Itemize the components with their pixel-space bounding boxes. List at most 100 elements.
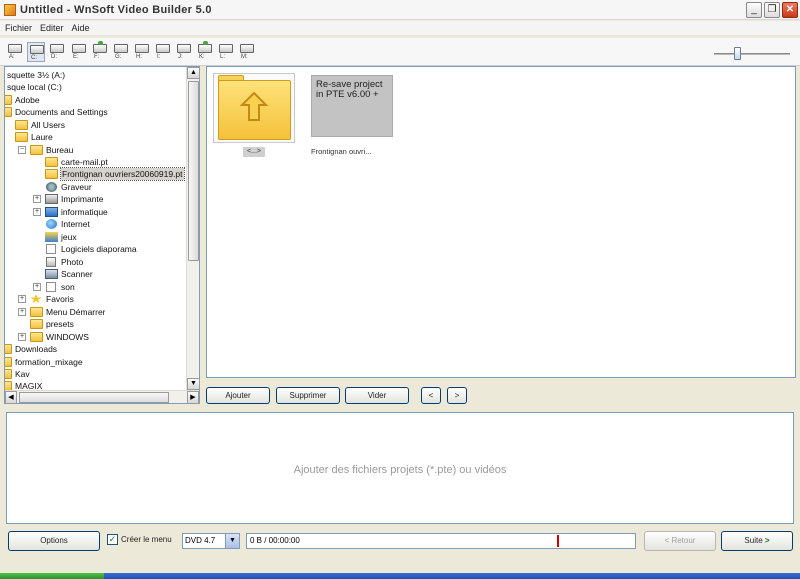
next-button[interactable]: Suite > — [721, 531, 793, 551]
drive-g-button[interactable]: G: — [112, 42, 130, 62]
drive-m-button[interactable]: M: — [238, 42, 256, 62]
tree-item[interactable]: Kav — [5, 368, 185, 380]
move-right-button[interactable]: > — [447, 387, 467, 404]
tree-item[interactable]: Scanner — [5, 268, 185, 280]
hard-drive-icon — [177, 44, 191, 53]
expand-icon[interactable]: + — [18, 333, 26, 341]
maximize-button[interactable]: ❐ — [764, 2, 780, 18]
drive-toolbar: A: C: D: E: F: G: H: I: J: K: L: M: — [0, 38, 800, 66]
options-button[interactable]: Options — [8, 531, 100, 551]
tree-item[interactable]: + Imprimante — [5, 193, 185, 205]
delete-button[interactable]: Supprimer — [276, 387, 340, 404]
tree-item[interactable]: formation_mixage — [5, 356, 185, 368]
app-icon — [4, 3, 16, 16]
tree-item[interactable]: MAGIX — [5, 380, 185, 390]
scroll-right-icon[interactable]: ▶ — [187, 391, 199, 404]
network-drive-icon — [93, 41, 107, 53]
file-browser: <...> Re-save project in PTE v6.00 + Fro… — [206, 66, 796, 378]
folder-icon — [15, 120, 28, 130]
add-button[interactable]: Ajouter — [206, 387, 270, 404]
folder-icon — [45, 157, 58, 167]
project-thumbnail[interactable]: Re-save project in PTE v6.00 + — [311, 75, 393, 137]
disc-format-value: DVD 4.7 — [185, 536, 216, 545]
tree-item[interactable]: Internet — [5, 218, 185, 230]
create-menu-checkbox[interactable]: ✓ — [107, 534, 118, 545]
tree-item[interactable]: + son — [5, 281, 185, 293]
scroll-down-icon[interactable]: ▼ — [187, 378, 200, 390]
drive-f-button[interactable]: F: — [91, 41, 109, 62]
close-button[interactable]: ✕ — [782, 2, 798, 18]
chevron-down-icon[interactable]: ▼ — [225, 534, 239, 548]
tree-item[interactable]: + Menu Démarrer — [5, 306, 185, 318]
document-icon — [46, 244, 56, 254]
slider-thumb[interactable] — [734, 47, 741, 60]
start-button[interactable] — [0, 573, 104, 579]
thumbnail-size-slider[interactable] — [714, 47, 790, 60]
tree-item[interactable]: Adobe — [5, 94, 185, 106]
hard-drive-icon — [135, 44, 149, 53]
up-arrow-icon — [239, 91, 269, 121]
burner-icon — [46, 182, 57, 192]
drive-e-button[interactable]: E: — [70, 42, 88, 62]
expand-icon[interactable]: + — [33, 283, 41, 291]
tree-item[interactable]: Downloads — [5, 343, 185, 355]
disc-format-select[interactable]: DVD 4.7 ▼ — [182, 533, 240, 549]
back-button[interactable]: < Retour — [644, 531, 716, 551]
tree-item[interactable]: presets — [5, 318, 185, 330]
move-left-button[interactable]: < — [421, 387, 441, 404]
folder-icon — [5, 107, 12, 117]
collapse-icon[interactable]: − — [18, 146, 26, 154]
floppy-drive-icon — [8, 44, 22, 53]
tree-item[interactable]: carte-mail.pt — [5, 156, 185, 168]
expand-icon[interactable]: + — [33, 195, 41, 203]
tree-item-selected[interactable]: Frontignan ouvriers20060919.pt — [5, 167, 185, 181]
drive-c-button[interactable]: C: — [27, 42, 45, 62]
expand-icon[interactable]: + — [18, 308, 26, 316]
tree-item[interactable]: Logiciels diaporama — [5, 243, 185, 255]
folder-tree-list: squette 3½ (A:) sque local (C:) Adobe Do… — [5, 67, 187, 390]
drive-j-button[interactable]: J: — [175, 42, 193, 62]
tree-item[interactable]: − Bureau — [5, 144, 185, 156]
menu-editer[interactable]: Editer — [40, 23, 64, 33]
capacity-bar: 0 B / 00:00:00 — [246, 533, 636, 549]
tree-item[interactable]: + informatique — [5, 206, 185, 218]
tree-item[interactable]: Laure — [5, 131, 185, 143]
tree-item[interactable]: Photo — [5, 256, 185, 268]
drive-a-button[interactable]: A: — [6, 42, 24, 62]
drive-i-button[interactable]: I: — [154, 42, 172, 62]
scroll-thumb[interactable] — [188, 81, 199, 261]
scroll-thumb[interactable] — [19, 392, 169, 403]
folder-icon — [5, 357, 12, 367]
drive-h-button[interactable]: H: — [133, 42, 151, 62]
drive-l-button[interactable]: L: — [217, 42, 235, 62]
hard-drive-icon — [50, 44, 64, 53]
menu-fichier[interactable]: Fichier — [5, 23, 32, 33]
tree-item[interactable]: jeux — [5, 231, 185, 243]
drive-k-button[interactable]: K: — [196, 41, 214, 62]
expand-icon[interactable]: + — [18, 295, 26, 303]
project-drop-zone[interactable]: Ajouter des fichiers projets (*.pte) ou … — [6, 412, 794, 524]
scroll-left-icon[interactable]: ◀ — [5, 391, 17, 404]
menu-bar: Fichier Editer Aide — [0, 21, 800, 36]
folder-icon — [30, 319, 43, 329]
create-menu-option[interactable]: ✓ Créer le menu — [107, 534, 172, 545]
tree-item[interactable]: + WINDOWS — [5, 331, 185, 343]
tree-item[interactable]: sque local (C:) — [5, 81, 185, 93]
tree-item[interactable]: Graveur — [5, 181, 185, 193]
tree-vertical-scrollbar[interactable]: ▲ ▼ — [186, 67, 200, 390]
clear-button[interactable]: Vider — [345, 387, 409, 404]
tree-item[interactable]: + Favoris — [5, 293, 185, 305]
drive-d-button[interactable]: D: — [48, 42, 66, 62]
tree-item[interactable]: squette 3½ (A:) — [5, 69, 185, 81]
menu-aide[interactable]: Aide — [72, 23, 90, 33]
photo-icon — [46, 257, 56, 267]
tree-item[interactable]: All Users — [5, 119, 185, 131]
taskbar — [0, 573, 800, 579]
window-controls: _ ❐ ✕ — [746, 2, 798, 18]
tree-item[interactable]: Documents and Settings — [5, 106, 185, 118]
expand-icon[interactable]: + — [33, 208, 41, 216]
parent-folder-thumbnail[interactable] — [213, 73, 295, 143]
tree-horizontal-scrollbar[interactable]: ◀ ▶ — [5, 390, 199, 404]
scroll-up-icon[interactable]: ▲ — [187, 67, 200, 79]
minimize-button[interactable]: _ — [746, 2, 762, 18]
